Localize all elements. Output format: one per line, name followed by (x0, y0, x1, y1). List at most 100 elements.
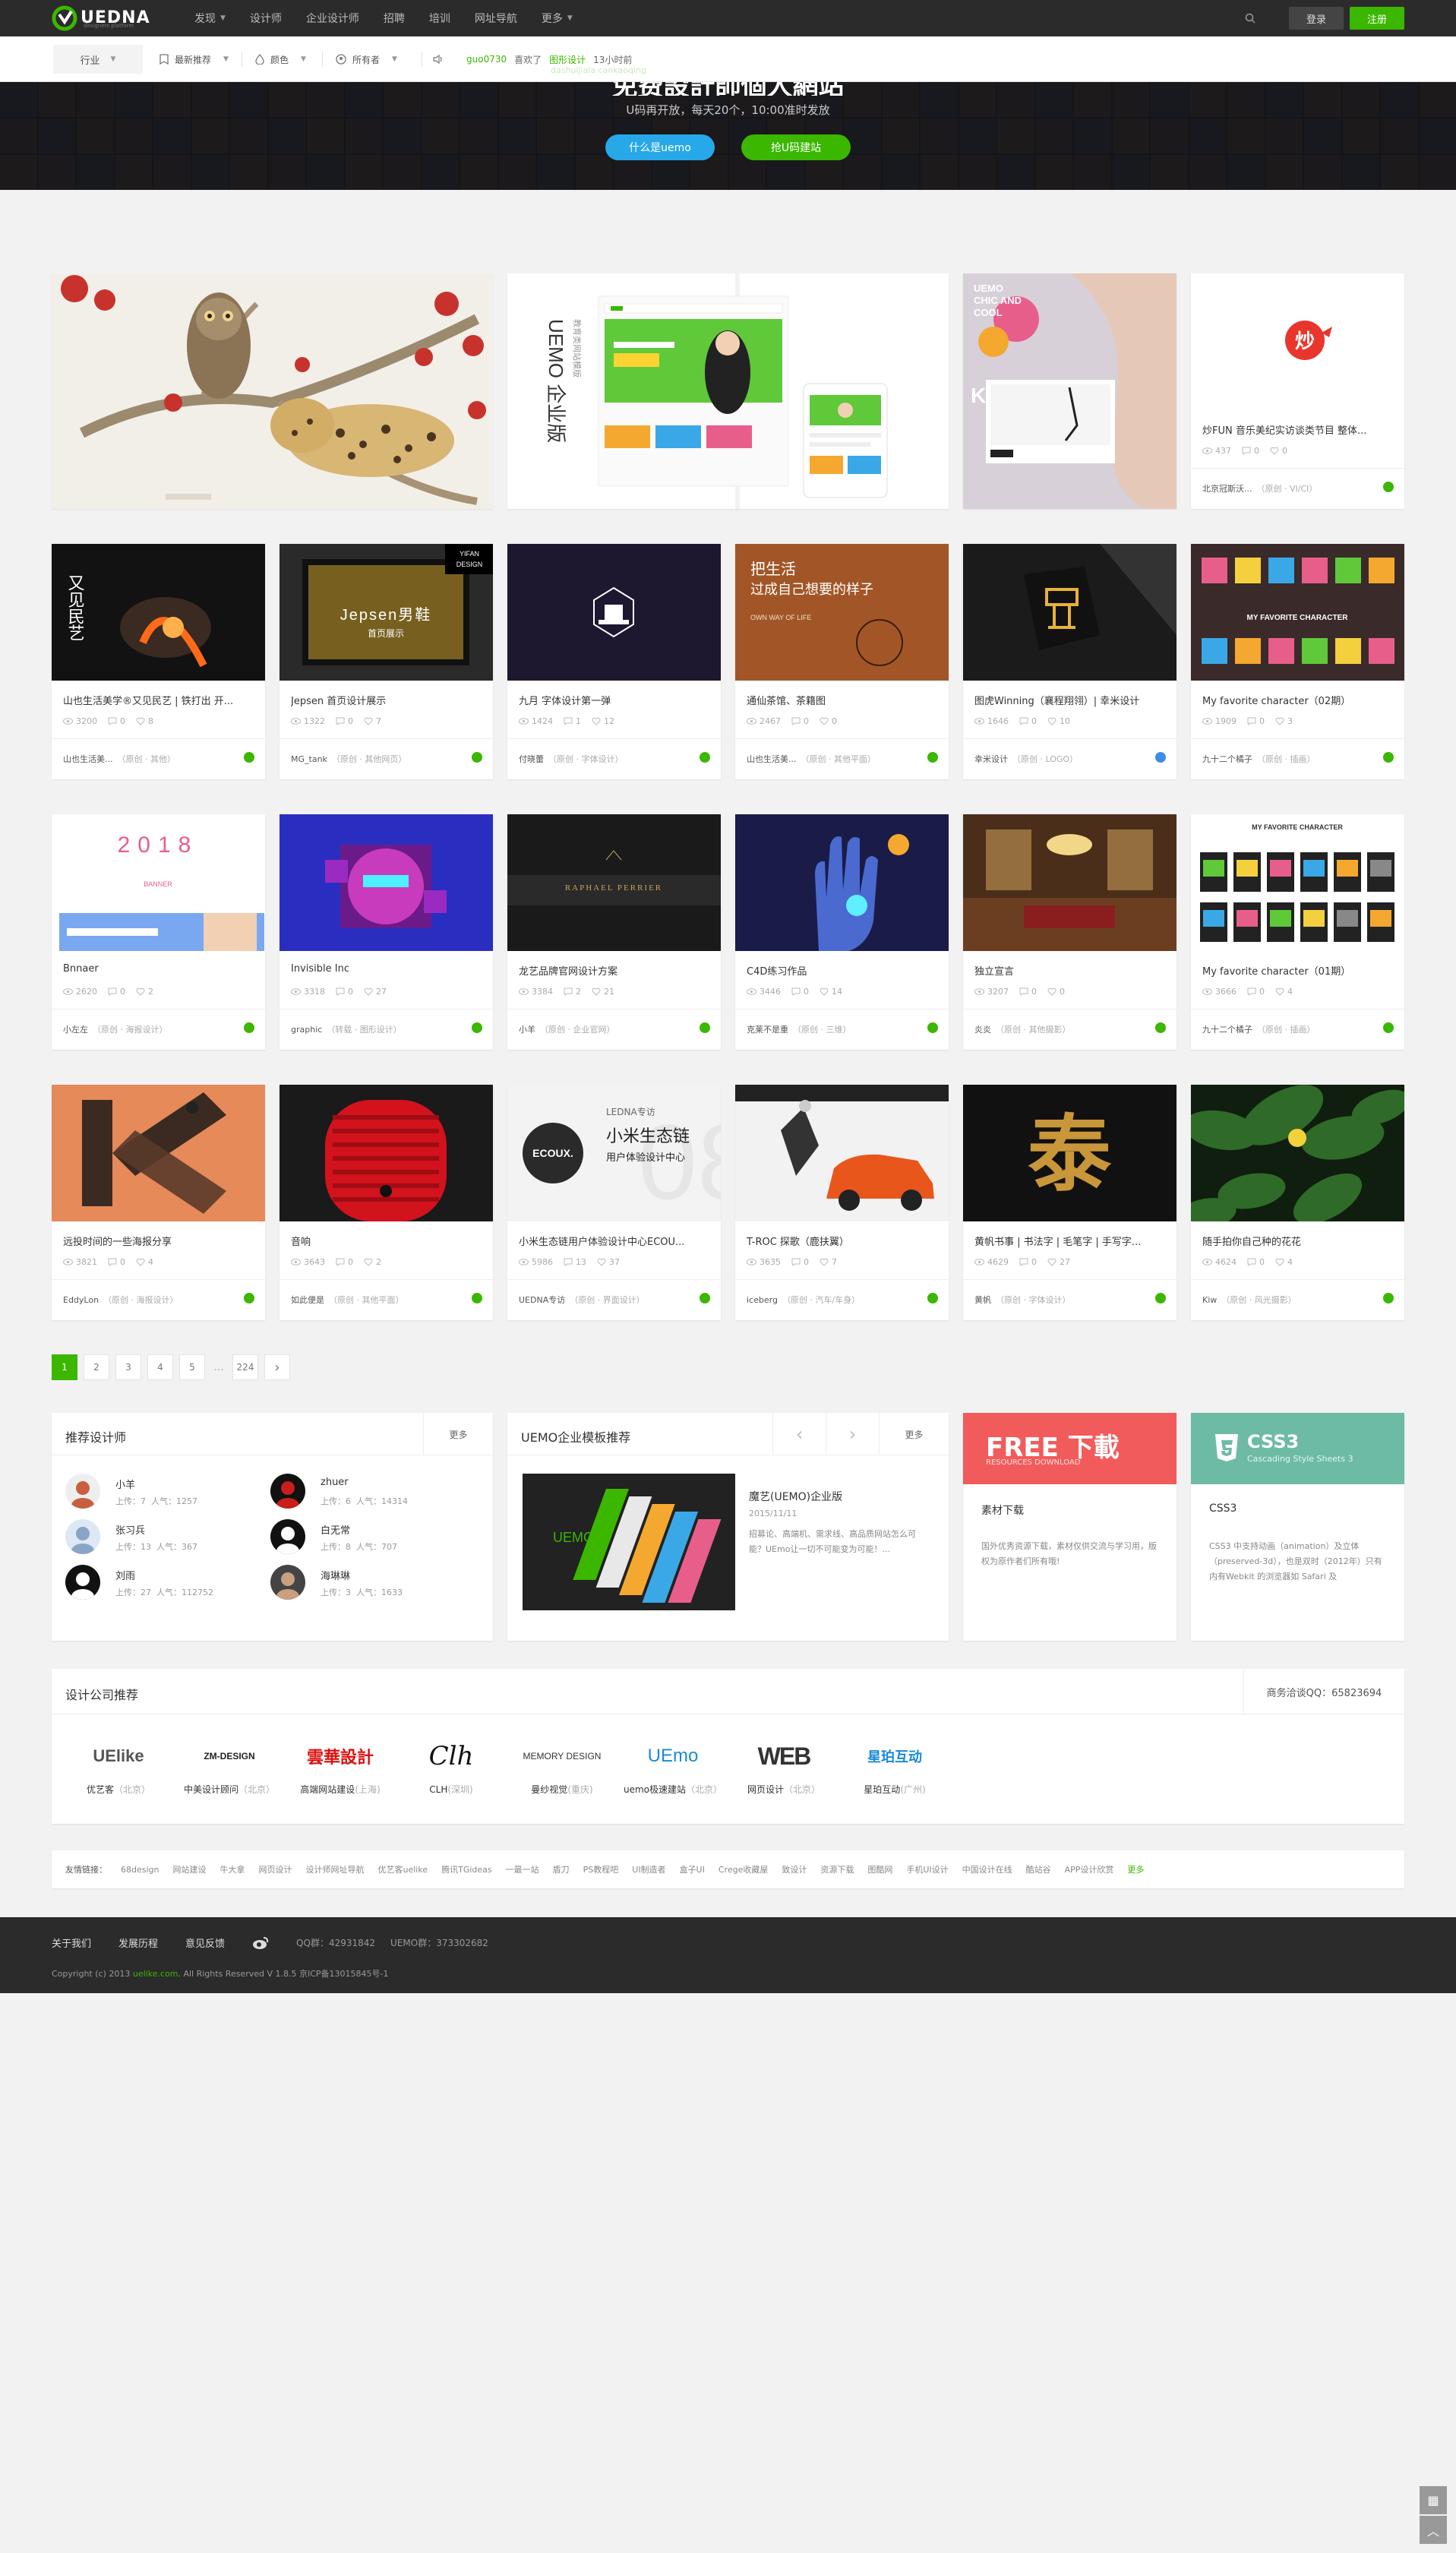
author-link[interactable]: Kiw (1202, 1295, 1217, 1305)
artwork-title[interactable]: Invisible Inc (291, 963, 481, 975)
designer-name[interactable]: 小羊 (115, 1477, 135, 1491)
company-item[interactable]: WEB 网页设计（北京） (731, 1736, 837, 1804)
artwork-card[interactable]: MY FAVORITE CHARACTER My favorite charac… (1191, 544, 1404, 779)
designer-item[interactable]: 白无常 上传：8 人气：707 (270, 1519, 468, 1557)
author-link[interactable]: 炎炎 (974, 1025, 991, 1035)
likes-stat[interactable]: 27 (364, 987, 387, 997)
author-link[interactable]: 小羊 (519, 1025, 535, 1035)
author-link[interactable]: MG_tank (291, 754, 327, 764)
artwork-card[interactable]: 随手拍你自己种的花花 4624 0 4 Kiw （原创 · 风光摄影） (1191, 1085, 1404, 1320)
company-item[interactable]: ZM-DESIGN 中美设计顾问（北京） (176, 1736, 283, 1804)
artwork-title[interactable]: 随手拍你自己种的花花 (1202, 1234, 1392, 1248)
nav-item-5[interactable]: 网址导航 (463, 0, 529, 36)
artwork-title[interactable]: 黄帆书事 | 书法字 | 毛笔字 | 手写字... (974, 1234, 1164, 1248)
designer-name[interactable]: zhuer (321, 1477, 349, 1488)
feed-target-link[interactable]: 图形设计 (549, 53, 586, 66)
artwork-thumbnail[interactable] (735, 1085, 949, 1221)
friend-link[interactable]: 手机UI设计 (906, 1863, 948, 1875)
likes-stat[interactable]: 7 (364, 716, 381, 726)
author-link[interactable]: iceberg (747, 1295, 778, 1305)
artwork-title[interactable]: Bnnaer (63, 963, 253, 975)
friend-link[interactable]: 网站建设 (173, 1863, 207, 1875)
weibo-icon[interactable] (252, 1936, 269, 1950)
nav-item-1[interactable]: 设计师 (238, 0, 294, 36)
artwork-card[interactable]: 炒 炒FUN 音乐美纪实访谈类节目 整体... 437 0 0 北京冠斯沃...… (1191, 273, 1404, 509)
template-preview-image[interactable]: UEMO (523, 1474, 735, 1610)
author-link[interactable]: 克莱不是重 (747, 1025, 788, 1035)
likes-stat[interactable]: 21 (592, 987, 614, 997)
company-logo[interactable]: Clh (398, 1736, 504, 1777)
friend-link[interactable]: 盾刀 (553, 1863, 570, 1875)
artwork-card[interactable]: 独立宣言 3207 0 0 炎炎 （原创 · 其他摄影） (963, 814, 1176, 1050)
template-title[interactable]: 魔艺(UEMO)企业版 (749, 1489, 842, 1504)
company-logo[interactable]: UEmo (620, 1736, 726, 1777)
artwork-thumbnail[interactable]: MY FAVORITE CHARACTER (1191, 544, 1404, 681)
likes-stat[interactable]: 37 (597, 1257, 620, 1267)
artwork-thumbnail[interactable]: MY FAVORITE CHARACTER (1191, 814, 1404, 951)
author-link[interactable]: 山也生活美... (747, 754, 797, 764)
prev-arrow-icon[interactable]: ‹ (772, 1413, 826, 1455)
artwork-thumbnail[interactable] (52, 1085, 265, 1221)
author-link[interactable]: 山也生活美... (63, 754, 113, 764)
owner-filter[interactable]: 所有者 ▼ (336, 36, 397, 82)
friend-link[interactable]: 盒子UI (680, 1863, 705, 1875)
designer-name[interactable]: 海琳琳 (321, 1568, 350, 1582)
likes-stat[interactable]: 2 (364, 1257, 381, 1267)
avatar[interactable] (65, 1519, 100, 1554)
nav-item-3[interactable]: 招聘 (371, 0, 417, 36)
login-button[interactable]: 登录 (1289, 7, 1344, 30)
company-item[interactable]: UEmo uemo极速建站（北京） (620, 1736, 726, 1804)
friend-link[interactable]: 图酷网 (867, 1863, 892, 1875)
page-3-button[interactable]: 3 (115, 1354, 141, 1380)
artwork-thumbnail[interactable]: 泰 (963, 1085, 1176, 1221)
artwork-thumbnail[interactable]: 08ECOUX.LEDNA专访小米生态链用户体验设计中心 (507, 1085, 721, 1221)
qr-code-icon[interactable]: ▦ (1420, 2486, 1447, 2514)
designer-item[interactable]: 刘雨 上传：27 人气：112752 (65, 1565, 263, 1603)
artwork-card[interactable]: 图虎Winning（襄程翔翎）| 幸米设计 1646 0 10 幸米设计 （原创 … (963, 544, 1176, 779)
friend-link[interactable]: 网页设计 (259, 1863, 292, 1875)
author-link[interactable]: 小左左 (63, 1025, 88, 1035)
page-1-button[interactable]: 1 (52, 1354, 77, 1380)
likes-stat[interactable]: 0 (820, 716, 837, 726)
author-link[interactable]: 九十二个橘子 (1202, 754, 1252, 764)
friend-link[interactable]: 68design (121, 1865, 159, 1875)
next-arrow-icon[interactable]: › (826, 1413, 879, 1455)
artwork-card[interactable]: C4D练习作品 3446 0 14 克莱不是重 （原创 · 三维） (735, 814, 949, 1050)
register-button[interactable]: 注册 (1350, 7, 1404, 30)
friend-link[interactable]: 致设计 (782, 1863, 807, 1875)
friend-link[interactable]: 优艺客uelike (378, 1863, 428, 1875)
likes-stat[interactable]: 8 (136, 716, 153, 726)
artwork-thumbnail[interactable]: RAPHAEL PERRIER (507, 814, 721, 951)
artwork-thumbnail[interactable] (735, 814, 949, 951)
nav-item-0[interactable]: 发现 ▼ (182, 0, 238, 36)
artwork-card[interactable]: 把生活 过成自己想要的样子 OWN WAY OF LIFE 通仙茶馆、茶籍图 246… (735, 544, 949, 779)
likes-stat[interactable]: 12 (592, 716, 614, 726)
site-logo[interactable]: UEDNA designers platform (52, 5, 150, 32)
artwork-card[interactable]: 又见民艺 山也生活美学®又见民艺 | 铁打出 开... 3200 0 8 山也生… (52, 544, 265, 779)
avatar[interactable] (65, 1474, 100, 1509)
artwork-title[interactable]: 音响 (291, 1234, 481, 1248)
likes-stat[interactable]: 3 (1275, 716, 1293, 726)
company-logo[interactable]: MEMORY DESIGN (509, 1736, 615, 1777)
artwork-card[interactable]: 08ECOUX.LEDNA专访小米生态链用户体验设计中心 小米生态链用户体验设计… (507, 1085, 721, 1320)
artwork-title[interactable]: C4D练习作品 (747, 963, 936, 978)
artwork-thumbnail[interactable] (963, 544, 1176, 681)
friend-link[interactable]: 一最一站 (506, 1863, 539, 1875)
free-download-panel[interactable]: FREE 下載 RESOURCES DOWNLOAD 素材下载 国外优秀资源下载… (963, 1413, 1176, 1641)
back-to-top-icon[interactable]: ︿ (1420, 2516, 1447, 2544)
color-filter[interactable]: 颜色 ▼ (255, 36, 306, 82)
artwork-title[interactable]: 炒FUN 音乐美纪实访谈类节目 整体... (1202, 422, 1392, 437)
likes-stat[interactable]: 10 (1047, 716, 1070, 726)
company-item[interactable]: MEMORY DESIGN 曼纱视觉(重庆) (509, 1736, 615, 1804)
artwork-title[interactable]: T-ROC 探歌（鹿扶翼） (747, 1234, 936, 1248)
company-item[interactable]: UElike 优艺客（北京） (65, 1736, 172, 1804)
artwork-title[interactable]: 图虎Winning（襄程翔翎）| 幸米设计 (974, 693, 1164, 707)
css3-panel[interactable]: CSS3 Cascading Style Sheets 3 CSS3 CSS3 … (1191, 1413, 1404, 1641)
page-4-button[interactable]: 4 (147, 1354, 173, 1380)
artwork-thumbnail[interactable] (507, 544, 721, 681)
company-logo[interactable]: ZM-DESIGN (176, 1736, 283, 1777)
last-page-button[interactable]: 224 (232, 1354, 258, 1380)
friend-link[interactable]: UI制造者 (632, 1863, 665, 1875)
copyright-site-link[interactable]: uelike.com (133, 1969, 178, 1979)
feed-user-link[interactable]: guo0730 (466, 54, 507, 65)
